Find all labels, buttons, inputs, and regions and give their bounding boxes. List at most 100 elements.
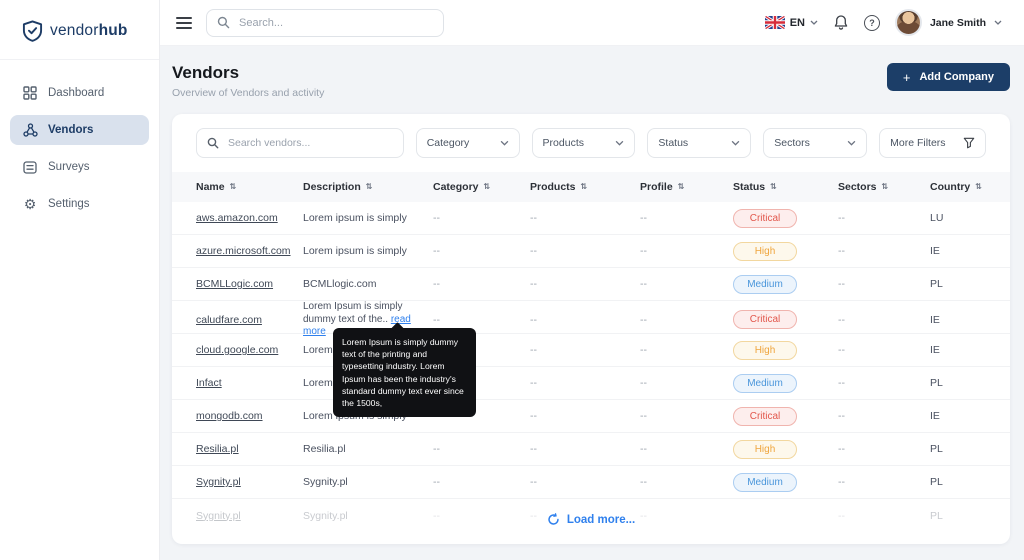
- sort-icon[interactable]: ⇅: [678, 183, 685, 191]
- cell-status: Medium: [733, 473, 838, 492]
- vendor-name-link[interactable]: cloud.google.com: [196, 344, 278, 356]
- cell-products: --: [530, 278, 640, 290]
- sidebar-item-label: Dashboard: [48, 87, 104, 99]
- load-more-button[interactable]: Load more...: [172, 513, 1010, 526]
- filter-sectors[interactable]: Sectors: [763, 128, 867, 158]
- sort-icon[interactable]: ⇅: [484, 183, 491, 191]
- cell-category: --: [433, 443, 530, 455]
- cell-country: IE: [930, 344, 986, 356]
- vendor-name-link[interactable]: mongodb.com: [196, 410, 263, 422]
- vendor-name-link[interactable]: Infact: [196, 377, 222, 389]
- page-header: Vendors Overview of Vendors and activity…: [172, 63, 1010, 99]
- brand-logo[interactable]: vendorhub: [0, 0, 159, 60]
- brand-name: vendorhub: [50, 22, 128, 40]
- sidebar-item-label: Surveys: [48, 161, 90, 173]
- table-row: Sygnity.pl Sygnity.pl -- -- -- Medium --…: [172, 466, 1010, 499]
- cell-status: Medium: [733, 374, 838, 393]
- plus-icon: +: [903, 70, 911, 85]
- search-icon: [217, 16, 230, 29]
- filter-products[interactable]: Products: [532, 128, 636, 158]
- sort-icon[interactable]: ⇅: [770, 183, 777, 191]
- cell-profile: --: [640, 377, 733, 389]
- status-badge: Critical: [733, 407, 797, 426]
- funnel-icon: [963, 137, 975, 149]
- status-badge: Medium: [733, 374, 797, 393]
- filter-status[interactable]: Status: [647, 128, 751, 158]
- cell-profile: --: [640, 344, 733, 356]
- sidebar-item-vendors[interactable]: Vendors: [10, 115, 149, 145]
- chevron-down-icon: [615, 140, 624, 146]
- sidebar-item-settings[interactable]: ⚙ Settings: [10, 189, 149, 219]
- topbar-right: EN ? Jane Smith: [765, 9, 1002, 36]
- vendor-name-link[interactable]: azure.microsoft.com: [196, 245, 291, 257]
- sidebar-nav: Dashboard Vendors Surveys ⚙ Settings: [0, 60, 159, 237]
- surveys-list-icon: [22, 159, 38, 175]
- vendor-name-link[interactable]: Resilia.pl: [196, 443, 239, 455]
- col-header-products: Products: [530, 181, 576, 193]
- cell-profile: --: [640, 245, 733, 257]
- cell-sectors: --: [838, 443, 930, 455]
- more-filters-button[interactable]: More Filters: [879, 128, 986, 158]
- sidebar-item-surveys[interactable]: Surveys: [10, 152, 149, 182]
- status-badge: Critical: [733, 209, 797, 228]
- vendor-name-link[interactable]: caludfare.com: [196, 314, 262, 326]
- cell-products: --: [530, 443, 640, 455]
- gear-icon: ⚙: [22, 196, 38, 212]
- main-content: Vendors Overview of Vendors and activity…: [160, 46, 1024, 560]
- avatar: [895, 9, 922, 36]
- vendor-description: Lorem ipsum is simply: [303, 212, 433, 224]
- vendor-name-link[interactable]: aws.amazon.com: [196, 212, 278, 224]
- chevron-down-icon: [731, 140, 740, 146]
- table-row: azure.microsoft.com Lorem ipsum is simpl…: [172, 235, 1010, 268]
- help-icon[interactable]: ?: [864, 15, 880, 31]
- table-header-row: Name⇅ Description⇅ Category⇅ Products⇅ P…: [172, 172, 1010, 202]
- table-row: mongodb.com Lorem ipsum is simply -- -- …: [172, 400, 1010, 433]
- sort-icon[interactable]: ⇅: [366, 183, 373, 191]
- vendor-name-link[interactable]: BCMLLogic.com: [196, 278, 273, 290]
- global-search[interactable]: [206, 9, 444, 37]
- cell-country: IE: [930, 314, 986, 326]
- table-row: Resilia.pl Resilia.pl -- -- -- High -- P…: [172, 433, 1010, 466]
- col-header-sectors: Sectors: [838, 181, 877, 193]
- vendor-search[interactable]: [196, 128, 404, 158]
- sort-icon[interactable]: ⇅: [230, 183, 237, 191]
- col-header-status: Status: [733, 181, 765, 193]
- cell-status: Medium: [733, 275, 838, 294]
- sort-icon[interactable]: ⇅: [975, 183, 982, 191]
- sidebar: vendorhub Dashboard Vendors: [0, 0, 160, 560]
- sort-icon[interactable]: ⇅: [882, 183, 889, 191]
- cell-profile: --: [640, 278, 733, 290]
- cell-products: --: [530, 476, 640, 488]
- cell-sectors: --: [838, 344, 930, 356]
- col-header-country: Country: [930, 181, 970, 193]
- vendor-description: BCMLlogic.com: [303, 278, 433, 290]
- col-header-description: Description: [303, 181, 361, 193]
- filter-category[interactable]: Category: [416, 128, 520, 158]
- global-search-input[interactable]: [237, 16, 433, 30]
- cell-profile: --: [640, 443, 733, 455]
- sidebar-item-label: Settings: [48, 198, 90, 210]
- col-header-profile: Profile: [640, 181, 673, 193]
- cell-products: --: [530, 410, 640, 422]
- language-selector[interactable]: EN: [765, 16, 818, 29]
- cell-country: PL: [930, 278, 986, 290]
- sidebar-item-dashboard[interactable]: Dashboard: [10, 78, 149, 108]
- vendor-name-link[interactable]: Sygnity.pl: [196, 476, 241, 488]
- status-badge: High: [733, 341, 797, 360]
- table-row: cloud.google.com Lorem ipsum is simply -…: [172, 334, 1010, 367]
- vendor-description: Sygnity.pl: [303, 476, 433, 488]
- cell-products: --: [530, 314, 640, 326]
- user-menu[interactable]: Jane Smith: [895, 9, 1002, 36]
- topbar: EN ? Jane Smith: [160, 0, 1024, 46]
- table-row: aws.amazon.com Lorem ipsum is simply -- …: [172, 202, 1010, 235]
- hamburger-menu-icon[interactable]: [176, 17, 192, 29]
- chevron-down-icon: [994, 20, 1002, 25]
- shield-check-icon: [22, 20, 43, 42]
- table-row: caludfare.com Lorem Ipsum is simplydummy…: [172, 301, 1010, 334]
- sort-icon[interactable]: ⇅: [581, 183, 588, 191]
- status-badge: High: [733, 440, 797, 459]
- vendor-search-input[interactable]: [226, 136, 393, 150]
- cell-category: --: [433, 278, 530, 290]
- add-company-button[interactable]: + Add Company: [887, 63, 1010, 91]
- notifications-bell-icon[interactable]: [833, 14, 849, 31]
